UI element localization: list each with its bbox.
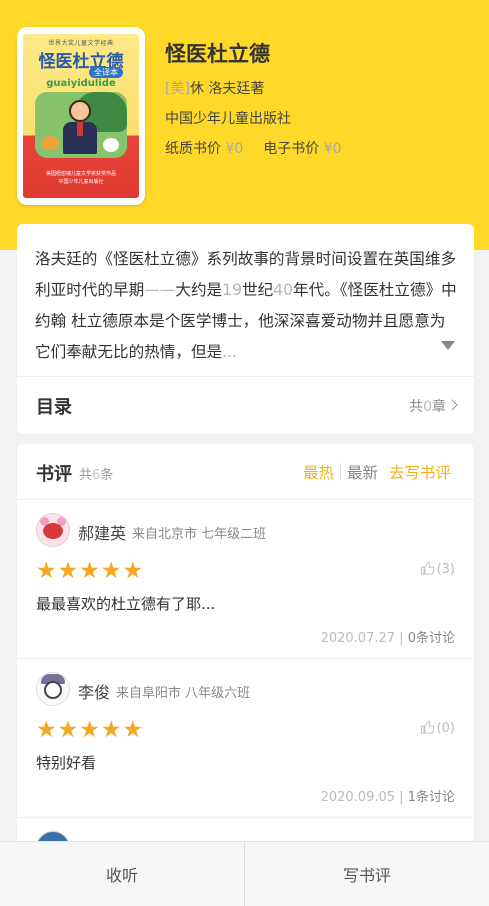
cover-footer-line: 美国纽伯瑞儿童文学奖获奖作品	[45, 171, 116, 177]
reviews-total-prefix: 共	[79, 468, 93, 483]
reviews-title: 书评	[36, 464, 72, 485]
cover-illustration	[35, 92, 127, 158]
book-publisher: 中国少年儿童出版社	[165, 111, 291, 127]
cover-doctor-tie	[77, 122, 83, 136]
cover-animal-shape	[41, 136, 59, 150]
cover-badge: 全译本	[89, 67, 123, 78]
sort-newest-tab[interactable]: 最新	[347, 461, 378, 483]
write-review-button[interactable]: 写书评	[244, 842, 489, 906]
toc-chapter-count: 共0章	[409, 396, 446, 416]
discussion-count: 0	[407, 631, 416, 646]
avatar-face-shape	[43, 523, 63, 539]
reviews-card: 书评 共6条 最热 最新 去写书评 郝建英 来自北京市 七年级二班 ★★★★★ …	[17, 444, 474, 864]
review-text: 最最喜欢的杜立德有了耶...	[36, 595, 216, 613]
review-item[interactable]: 李俊 来自阜阳市 八年级六班 ★★★★★ (0) 特别好看 2020.09.05…	[17, 660, 474, 818]
reviews-total-suffix: 条	[100, 468, 114, 483]
sort-hottest-tab[interactable]: 最热	[303, 461, 334, 483]
review-meta: 2020.09.05 | 1条讨论	[321, 786, 455, 805]
bottom-action-bar: 收听 写书评	[0, 841, 489, 906]
author-name: 休 洛夫廷著	[189, 81, 265, 97]
reviewer-location: 来自北京市 七年级二班	[132, 527, 267, 542]
toc-count-prefix: 共	[409, 399, 424, 415]
thumbs-up-icon	[420, 720, 435, 734]
toc-row[interactable]: 目录 共0章	[17, 377, 474, 434]
listen-button[interactable]: 收听	[0, 842, 244, 906]
ebook-price-value: ¥0	[323, 141, 342, 157]
review-meta-separator: |	[399, 790, 404, 805]
avatar[interactable]	[36, 513, 70, 547]
like-count: (3)	[436, 562, 455, 577]
reviewer-name: 李俊	[78, 683, 111, 702]
toc-count-value: 0	[423, 399, 432, 415]
book-cover[interactable]: 世界大奖儿童文学经典 怪医杜立德 全译本 guaiyidulide 美国纽伯瑞儿…	[17, 27, 145, 205]
reviewer-location: 来自阜阳市 八年级六班	[116, 686, 251, 701]
avatar[interactable]	[36, 672, 70, 706]
rating-stars: ★★★★★	[36, 558, 145, 584]
discussion-count: 1	[407, 790, 416, 805]
description-text: 世纪	[242, 281, 274, 299]
toc-count-suffix: 章	[432, 399, 446, 415]
author-nationality: [美]	[165, 81, 190, 97]
reviews-total: 共6条	[79, 464, 113, 483]
discussion-label[interactable]: 条讨论	[416, 790, 455, 805]
ebook-price-label: 电子书价	[263, 141, 320, 157]
book-author: [美]休 洛夫廷著	[165, 78, 264, 98]
write-review-link[interactable]: 去写书评	[389, 461, 451, 483]
discussion-label[interactable]: 条讨论	[416, 631, 455, 646]
chevron-right-icon	[446, 399, 458, 411]
description-text: 大约是	[175, 281, 223, 299]
reviews-header: 书评 共6条 最热 最新 去写书评	[17, 444, 474, 500]
review-date: 2020.09.05	[320, 790, 396, 805]
review-meta-separator: |	[399, 631, 404, 646]
book-cover-image: 世界大奖儿童文学经典 怪医杜立德 全译本 guaiyidulide 美国纽伯瑞儿…	[23, 34, 139, 198]
expand-triangle-icon[interactable]	[441, 341, 455, 350]
review-item[interactable]: 郝建英 来自北京市 七年级二班 ★★★★★ (3) 最最喜欢的杜立德有了耶...…	[17, 501, 474, 659]
review-text: 特别好看	[36, 754, 97, 772]
cover-animal-shape	[103, 138, 119, 152]
toc-title: 目录	[36, 397, 72, 418]
avatar-face-shape	[44, 681, 62, 699]
description-ellipsis: ...	[222, 343, 238, 361]
book-title: 怪医杜立德	[165, 42, 270, 66]
cover-series-text: 世界大奖儿童文学经典	[48, 40, 114, 47]
description-number: 19	[222, 281, 242, 299]
description-number: 40	[273, 281, 294, 299]
book-description: 洛夫廷的《怪医杜立德》系列故事的背景时间设置在英国维多利亚时代的早期——大约是1…	[35, 244, 459, 368]
review-date: 2020.07.27	[320, 631, 396, 646]
book-prices: 纸质书价 ¥0 电子书价 ¥0	[165, 138, 342, 158]
description-card: 洛夫廷的《怪医杜立德》系列故事的背景时间设置在英国维多利亚时代的早期——大约是1…	[17, 224, 474, 434]
review-meta: 2020.07.27 | 0条讨论	[321, 627, 455, 646]
sort-divider	[340, 463, 341, 479]
paper-price-value: ¥0	[225, 141, 244, 157]
description-dashes: ——	[144, 281, 176, 299]
cover-footer-line: 中国少年儿童出版社	[58, 179, 104, 185]
cover-doctor-head	[69, 100, 91, 122]
like-button[interactable]: (0)	[420, 720, 455, 736]
like-count: (0)	[436, 721, 455, 736]
thumbs-up-icon	[420, 561, 435, 575]
paper-price-label: 纸质书价	[165, 141, 221, 157]
reviewer-name: 郝建英	[78, 524, 127, 543]
rating-stars: ★★★★★	[36, 717, 145, 743]
like-button[interactable]: (3)	[420, 561, 455, 577]
cover-pinyin-text: guaiyidulide	[46, 78, 116, 89]
cover-footer: 美国纽伯瑞儿童文学奖获奖作品 中国少年儿童出版社	[23, 170, 139, 186]
